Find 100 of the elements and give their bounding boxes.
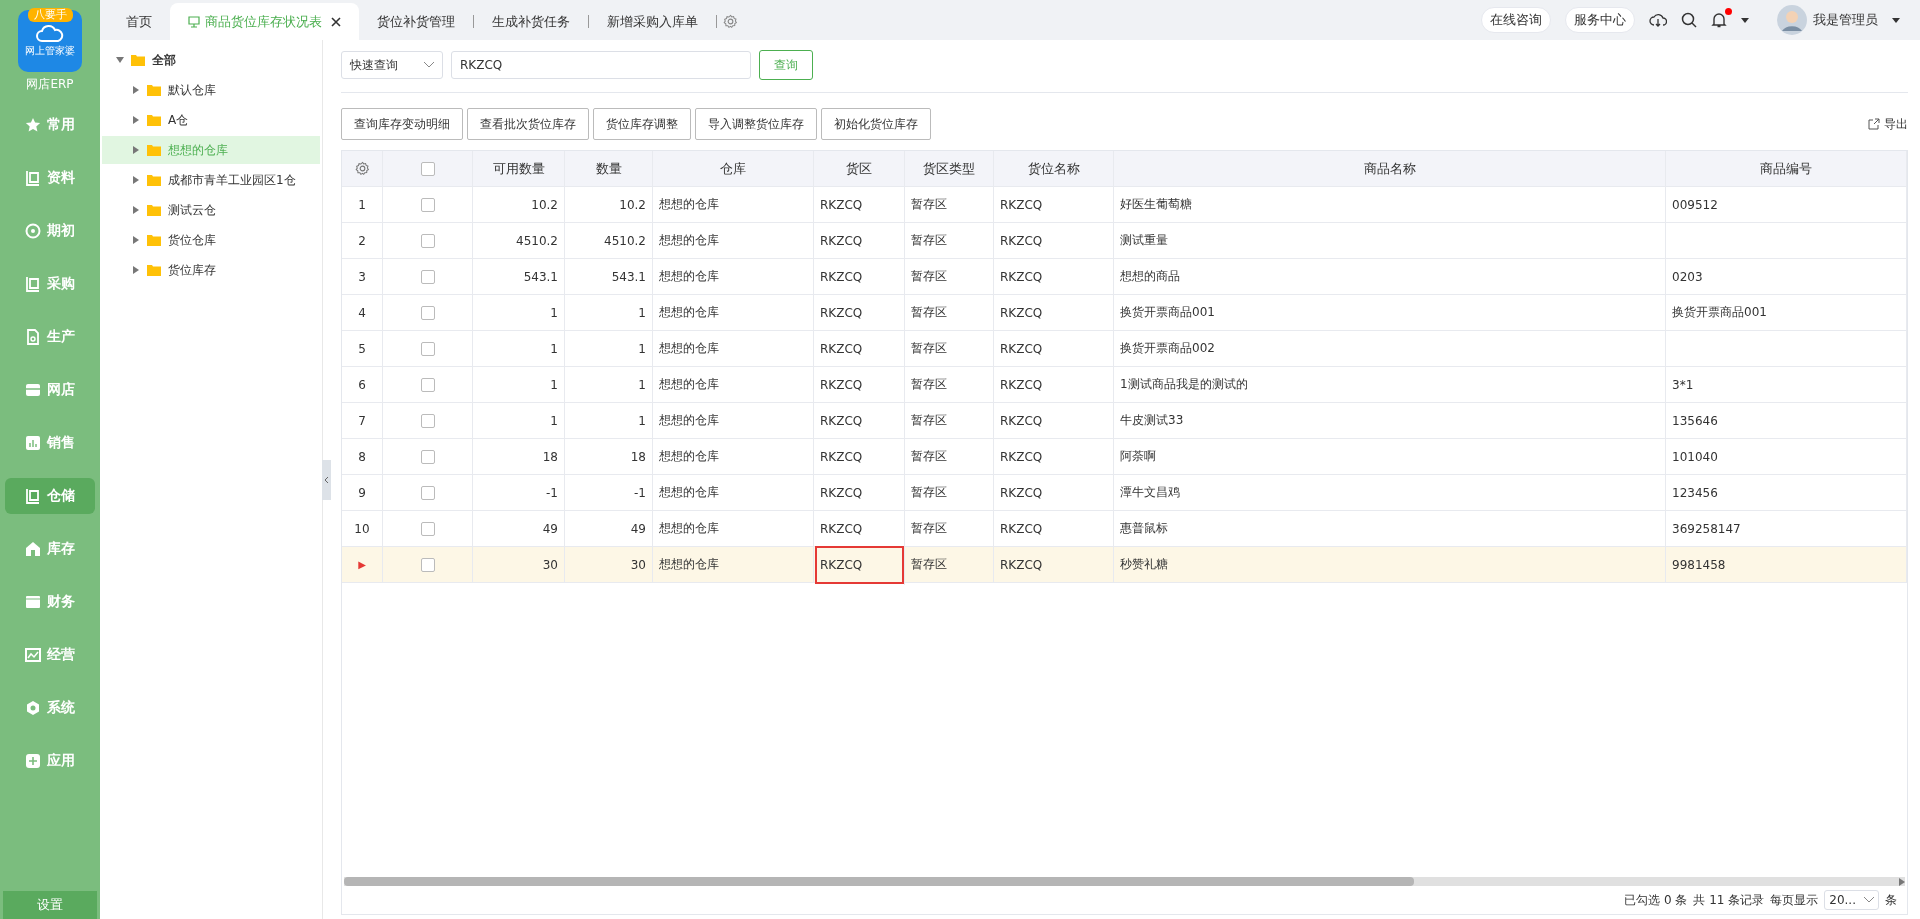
table-cell: RKZCQ [994,439,1114,474]
tree-item[interactable]: 默认仓库 [102,76,320,104]
caret-right-icon[interactable] [132,176,140,184]
caret-icon[interactable] [1741,17,1749,23]
row-number: 4 [342,295,383,330]
search-field[interactable]: RKZCQ [451,51,751,79]
row-number: 5 [342,331,383,366]
settings-icon[interactable] [723,14,738,29]
row-checkbox[interactable] [420,521,435,536]
row-checkbox[interactable] [420,485,435,500]
table-cell: 1 [565,295,653,330]
table-cell: 想想的仓库 [653,367,814,402]
row-checkbox[interactable] [420,197,435,212]
disc-icon [25,223,41,239]
user-name[interactable]: 我是管理员 [1813,11,1878,29]
horizontal-scrollbar[interactable] [344,877,1905,886]
header-link[interactable]: 服务中心 [1565,7,1635,33]
row-checkbox[interactable] [420,233,435,248]
caret-down-icon[interactable] [116,56,124,64]
tab[interactable]: 新增采购入库单 [589,3,716,40]
table-cell: 想想的仓库 [653,439,814,474]
tab[interactable]: 货位补货管理 [359,3,473,40]
tree-item[interactable]: 全部 [102,50,320,70]
caret-right-icon[interactable] [132,86,140,94]
search-icon[interactable] [1681,12,1697,28]
row-number: ▶ [342,547,383,582]
action-button[interactable]: 查询库存变动明细 [341,108,463,140]
table-cell: RKZCQ [994,511,1114,546]
per-page-select[interactable]: 20... [1824,890,1879,910]
row-checkbox[interactable] [420,449,435,464]
table-cell: RKZCQ [994,475,1114,510]
column-header[interactable]: 商品名称 [1114,151,1666,186]
column-header[interactable]: 商品编号 [1666,151,1907,186]
tree-item[interactable]: A仓 [102,106,320,134]
table-cell: 想想的仓库 [653,259,814,294]
table-cell: 10.2 [565,187,653,222]
tree-item[interactable]: 测试云仓 [102,196,320,224]
tree-item[interactable]: 成都市青羊工业园区1仓 [102,166,320,194]
tree-item[interactable]: 货位库存 [102,256,320,284]
column-header[interactable]: 货位名称 [994,151,1114,186]
action-button[interactable]: 货位库存调整 [593,108,691,140]
row-checkbox[interactable] [420,341,435,356]
column-header[interactable]: 可用数量 [473,151,565,186]
caret-right-icon[interactable] [132,146,140,154]
table-cell: 想想的仓库 [653,511,814,546]
table-cell: 1 [473,367,565,402]
close-icon[interactable] [331,16,341,27]
table-cell: RKZCQ [994,223,1114,258]
table-cell: 换货开票商品001 [1666,295,1907,330]
column-header[interactable]: 数量 [565,151,653,186]
query-mode-select[interactable]: 快速查询 [341,51,443,79]
caret-right-icon[interactable] [132,266,140,274]
cloud-download-icon[interactable] [1649,12,1667,28]
action-button[interactable]: 初始化货位库存 [821,108,931,140]
table-cell: RKZCQ [814,439,905,474]
action-button[interactable]: 导入调整货位库存 [695,108,817,140]
caret-right-icon[interactable] [132,206,140,214]
row-checkbox[interactable] [420,269,435,284]
avatar-icon[interactable] [1777,5,1807,35]
table-cell: 135646 [1666,403,1907,438]
row-checkbox[interactable] [420,557,435,572]
table-cell: 1 [473,403,565,438]
row-number: 7 [342,403,383,438]
tab[interactable]: 生成补货任务 [474,3,588,40]
collapse-handle[interactable] [322,460,331,500]
action-button[interactable]: 查看批次货位库存 [467,108,589,140]
settings-icon[interactable] [354,161,370,176]
table-cell: RKZCQ [994,187,1114,222]
column-header[interactable]: 货区类型 [905,151,994,186]
row-number: 9 [342,475,383,510]
table-cell: RKZCQ [814,223,905,258]
table-cell: 想想的仓库 [653,403,814,438]
table-cell: 49 [473,511,565,546]
row-checkbox[interactable] [420,377,435,392]
scroll-right-icon[interactable] [1899,877,1905,886]
row-checkbox[interactable] [420,305,435,320]
bell-icon[interactable] [1711,12,1727,28]
column-header[interactable]: 仓库 [653,151,814,186]
record-count: 共 11 条记录 [1693,891,1765,909]
table-cell: -1 [565,475,653,510]
document-icon [25,329,41,345]
header-link[interactable]: 在线咨询 [1481,7,1551,33]
caret-right-icon[interactable] [132,236,140,244]
row-checkbox[interactable] [420,413,435,428]
table-cell: 1 [473,331,565,366]
tree-item[interactable]: 货位仓库 [102,226,320,254]
column-header[interactable]: 货区 [814,151,905,186]
caret-right-icon[interactable] [132,116,140,124]
select-all-checkbox[interactable] [420,161,435,176]
hexagon-icon [25,700,41,716]
table-cell: 1测试商品我是的测试的 [1114,367,1666,402]
table-cell: 好医生葡萄糖 [1114,187,1666,222]
tab[interactable]: 首页 [108,3,170,40]
table-cell: 潭牛文昌鸡 [1114,475,1666,510]
caret-icon[interactable] [1892,17,1900,23]
export-button[interactable]: 导出 [1868,115,1908,133]
selected-count: 已勾选 0 条 [1624,891,1688,909]
table-cell: 10.2 [473,187,565,222]
folder-icon [131,54,145,66]
table-cell: RKZCQ [994,403,1114,438]
